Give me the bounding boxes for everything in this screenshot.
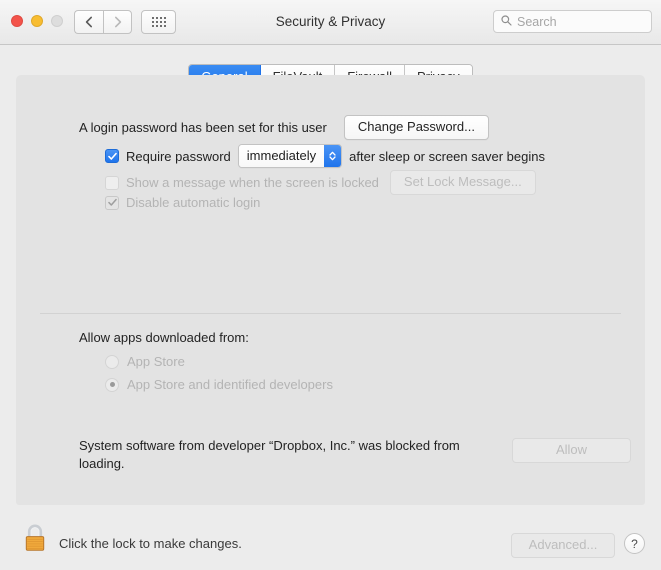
login-password-status: A login password has been set for this u…: [79, 120, 327, 135]
security-privacy-window: Security & Privacy Search General FileVa…: [0, 0, 661, 570]
allow-apps-option-app-store: App Store: [105, 354, 185, 369]
blocked-software-message: System software from developer “Dropbox,…: [79, 438, 460, 471]
lock-message-checkbox: [105, 175, 119, 190]
window-titlebar: Security & Privacy Search: [0, 0, 661, 45]
disable-auto-login-checkbox: [105, 195, 119, 210]
checkmark-icon: [107, 198, 117, 206]
disable-auto-login-row: Disable automatic login: [105, 195, 260, 210]
search-icon: [501, 13, 512, 31]
set-lock-message-button: Set Lock Message...: [389, 170, 536, 195]
search-placeholder: Search: [517, 14, 557, 29]
help-button-label: ?: [631, 536, 638, 551]
lock-hint-text: Click the lock to make changes.: [59, 536, 242, 551]
lock-message-row: Show a message when the screen is locked…: [105, 170, 536, 195]
advanced-button: Advanced...: [511, 533, 615, 558]
chevron-up-down-icon: [324, 145, 342, 167]
lock-closed-icon[interactable]: [22, 523, 48, 558]
require-password-suffix: after sleep or screen saver begins: [349, 148, 545, 164]
require-password-interval-select[interactable]: immediately: [237, 144, 343, 168]
require-password-label: Require password: [126, 148, 231, 164]
lock-message-label: Show a message when the screen is locked: [126, 175, 379, 190]
general-settings-panel: A login password has been set for this u…: [16, 75, 645, 505]
require-password-interval-value: immediately: [238, 145, 325, 167]
checkmark-icon: [107, 152, 117, 160]
advanced-button-container: Advanced...: [511, 533, 615, 558]
change-password-button[interactable]: Change Password...: [343, 115, 489, 140]
disable-auto-login-label: Disable automatic login: [126, 195, 261, 210]
allow-button-container: Allow: [512, 438, 631, 463]
login-password-row: A login password has been set for this u…: [79, 115, 489, 140]
radio-selected-dot: [109, 382, 115, 387]
radio-app-store-label: App Store: [127, 354, 185, 369]
radio-app-store: [105, 354, 119, 369]
require-password-row: Require password immediately after sleep…: [105, 144, 545, 168]
radio-identified-developers: [105, 377, 119, 392]
allow-apps-option-identified-developers: App Store and identified developers: [105, 377, 333, 392]
radio-identified-developers-label: App Store and identified developers: [127, 377, 333, 392]
allow-button: Allow: [512, 438, 631, 463]
search-field[interactable]: Search: [493, 10, 652, 33]
require-password-checkbox[interactable]: [105, 149, 119, 163]
help-button[interactable]: ?: [624, 533, 645, 554]
allow-apps-title: Allow apps downloaded from:: [79, 330, 249, 345]
section-divider: [40, 313, 621, 314]
